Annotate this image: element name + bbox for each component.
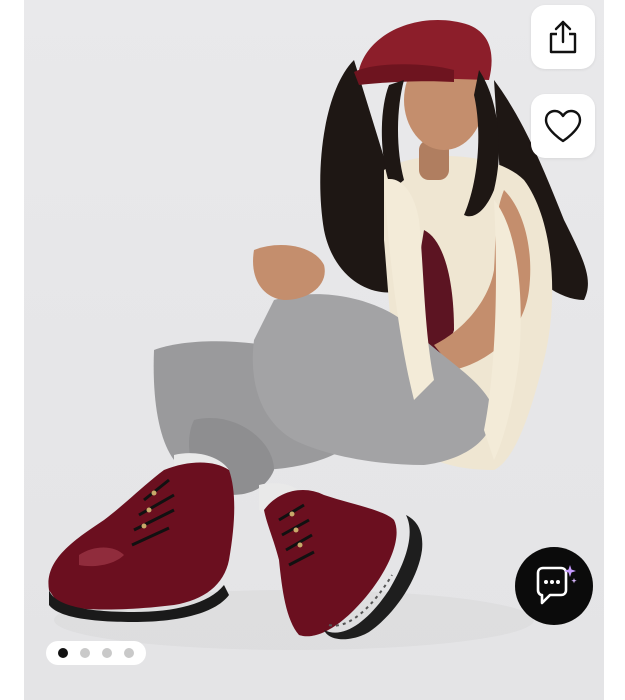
share-icon	[549, 20, 577, 54]
share-button[interactable]	[531, 5, 595, 69]
chat-sparkle-icon	[536, 565, 577, 605]
carousel-dot-3[interactable]	[102, 648, 112, 658]
chat-assistant-button[interactable]	[515, 547, 593, 625]
carousel-dot-2[interactable]	[80, 648, 90, 658]
favorite-button[interactable]	[531, 94, 595, 158]
heart-icon	[544, 109, 582, 143]
carousel-dot-4[interactable]	[124, 648, 134, 658]
carousel-pagination	[46, 641, 146, 665]
carousel-dot-1[interactable]	[58, 648, 68, 658]
product-image-viewer	[0, 0, 625, 700]
